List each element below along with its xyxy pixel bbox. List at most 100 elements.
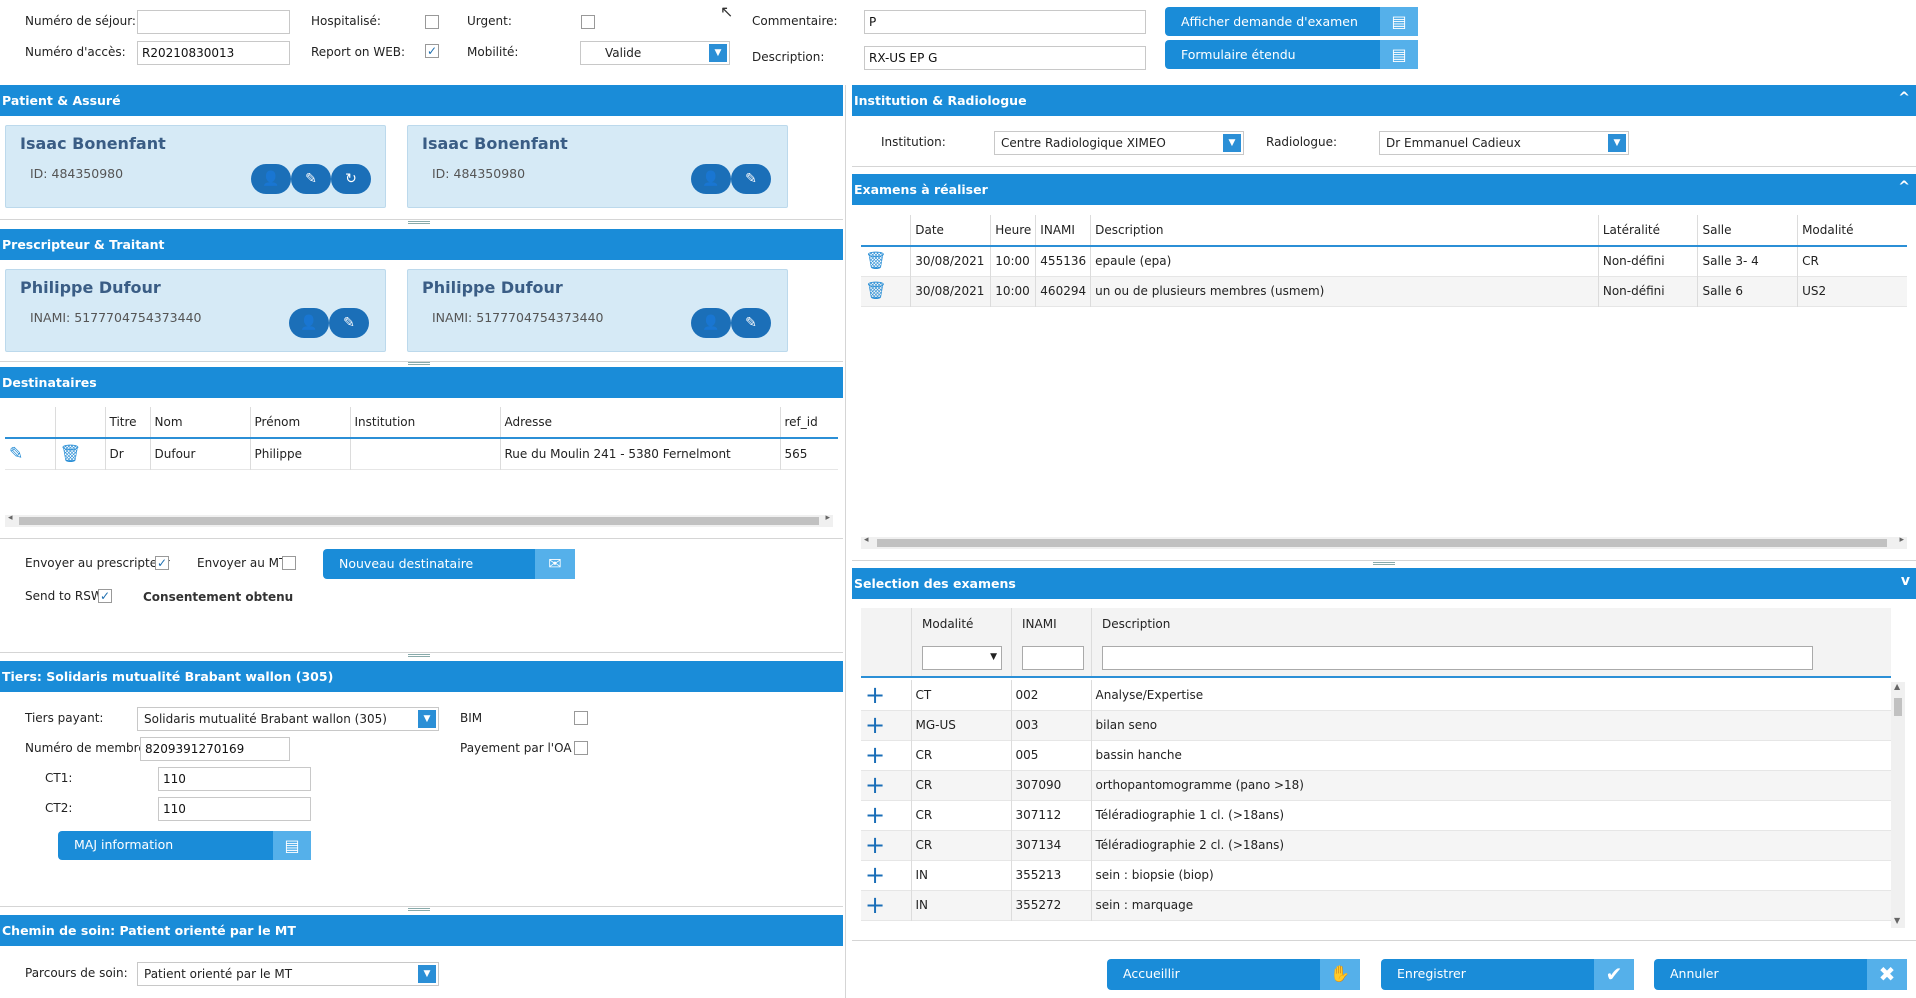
edit-icon[interactable]: ✎ [731, 308, 771, 338]
envoyer-mt-checkbox[interactable] [282, 556, 296, 570]
chevron-down-icon[interactable]: v [1901, 573, 1910, 589]
hospitalise-checkbox[interactable] [425, 15, 439, 29]
add-icon[interactable]: + [861, 770, 911, 800]
payement-oa-checkbox[interactable] [574, 741, 588, 755]
institution-header[interactable]: Institution & Radiologue ^ [852, 85, 1916, 116]
horizontal-scrollbar[interactable]: ◂ ▸ [861, 535, 1907, 549]
col-description[interactable]: Description [1102, 617, 1170, 631]
table-row[interactable]: + CR 307112 Téléradiographie 1 cl. (>18a… [861, 800, 1891, 830]
person-icon[interactable]: 👤 [691, 308, 731, 338]
col-ref-id[interactable]: ref_id [779, 407, 838, 438]
table-row[interactable]: + CR 307134 Téléradiographie 2 cl. (>18a… [861, 830, 1891, 860]
selection-header[interactable]: Selection des examens v [852, 568, 1916, 599]
edit-icon[interactable]: ✎ [329, 308, 369, 338]
add-icon[interactable]: + [861, 680, 911, 710]
col-modalite[interactable]: Modalité [922, 617, 973, 631]
description-input[interactable]: RX-US EP G [864, 46, 1146, 70]
parcours-soin-select[interactable]: Patient orienté par le MT ▼ [137, 962, 439, 986]
vertical-scrollbar[interactable]: ▲ ▼ [1891, 682, 1905, 928]
examens-header[interactable]: Examens à réaliser ^ [852, 174, 1916, 205]
scroll-down-icon[interactable]: ▼ [1894, 916, 1900, 925]
col-nom[interactable]: Nom [149, 407, 250, 438]
chevron-up-icon[interactable]: ^ [1898, 90, 1910, 106]
table-row[interactable]: 🗑 30/08/2021 10:00 460294 un ou de plusi… [861, 276, 1907, 306]
scroll-left-icon[interactable]: ◂ [8, 513, 13, 523]
col-date[interactable]: Date [910, 215, 991, 246]
col-titre[interactable]: Titre [104, 407, 150, 438]
chevron-up-icon[interactable]: ^ [1898, 179, 1910, 195]
add-icon[interactable]: + [861, 710, 911, 740]
commentaire-input[interactable]: P [864, 10, 1146, 34]
add-icon[interactable]: + [861, 860, 911, 890]
patient-assure-header[interactable]: Patient & Assuré [0, 85, 843, 116]
description-filter-input[interactable] [1102, 646, 1813, 670]
col-prenom[interactable]: Prénom [249, 407, 350, 438]
nouveau-destinataire-button[interactable]: Nouveau destinataire ✉ [323, 549, 575, 579]
tiers-header[interactable]: Tiers: Solidaris mutualité Brabant wallo… [0, 661, 843, 692]
formulaire-etendu-button[interactable]: Formulaire étendu ▤ [1165, 40, 1418, 69]
resize-grip[interactable] [1373, 562, 1395, 565]
col-inami[interactable]: INAMI [1022, 617, 1057, 631]
resize-grip[interactable] [408, 654, 430, 657]
edit-icon[interactable]: ✎ [731, 164, 771, 194]
numero-membre-input[interactable]: 8209391270169 [140, 737, 290, 761]
table-row[interactable]: + IN 355272 sein : marquage [861, 890, 1891, 920]
modalite-filter-select[interactable]: ▼ [922, 646, 1002, 670]
annuler-button[interactable]: Annuler ✖ [1654, 959, 1907, 990]
tiers-payant-select[interactable]: Solidaris mutualité Brabant wallon (305)… [137, 707, 439, 731]
horizontal-scrollbar[interactable]: ◂ ▸ [5, 513, 833, 527]
table-row[interactable]: + MG-US 003 bilan seno [861, 710, 1891, 740]
urgent-checkbox[interactable] [581, 15, 595, 29]
col-institution[interactable]: Institution [349, 407, 500, 438]
col-inami[interactable]: INAMI [1035, 215, 1091, 246]
edit-icon[interactable]: ✎ [5, 438, 55, 469]
chemin-soin-header[interactable]: Chemin de soin: Patient orienté par le M… [0, 915, 843, 946]
edit-icon[interactable]: ✎ [291, 164, 331, 194]
trash-icon[interactable]: 🗑 [861, 276, 911, 306]
resize-grip[interactable] [408, 221, 430, 224]
table-row[interactable]: + CT 002 Analyse/Expertise [861, 680, 1891, 710]
col-salle[interactable]: Salle [1697, 215, 1798, 246]
col-lateralite[interactable]: Latéralité [1597, 215, 1698, 246]
destinataires-header[interactable]: Destinataires [0, 367, 843, 398]
history-icon[interactable]: ↻ [331, 164, 371, 194]
institution-select[interactable]: Centre Radiologique XIMEO ▼ [994, 131, 1244, 155]
mobilite-select[interactable]: Valide ▼ [580, 41, 730, 65]
accueillir-button[interactable]: Accueillir ✋ [1107, 959, 1360, 990]
send-rsw-checkbox[interactable]: ✓ [98, 589, 112, 603]
numero-sejour-input[interactable] [137, 10, 290, 34]
add-icon[interactable]: + [861, 830, 911, 860]
trash-icon[interactable]: 🗑 [54, 438, 105, 469]
add-icon[interactable]: + [861, 890, 911, 920]
scroll-right-icon[interactable]: ▸ [1899, 535, 1904, 545]
maj-information-button[interactable]: MAJ information ▤ [58, 831, 311, 860]
col-heure[interactable]: Heure [990, 215, 1036, 246]
scrollbar-thumb[interactable] [877, 539, 1887, 547]
ct1-input[interactable]: 110 [158, 767, 311, 791]
col-description[interactable]: Description [1090, 215, 1599, 246]
afficher-demande-button[interactable]: Afficher demande d'examen ▤ [1165, 7, 1418, 36]
table-row[interactable]: + CR 307090 orthopantomogramme (pano >18… [861, 770, 1891, 800]
trash-icon[interactable]: 🗑 [861, 246, 911, 276]
person-icon[interactable]: 👤 [251, 164, 291, 194]
col-adresse[interactable]: Adresse [499, 407, 780, 438]
table-row[interactable]: 🗑 30/08/2021 10:00 455136 epaule (epa) N… [861, 246, 1907, 276]
report-web-checkbox[interactable]: ✓ [425, 44, 439, 58]
person-icon[interactable]: 👤 [691, 164, 731, 194]
resize-grip[interactable] [408, 362, 430, 365]
table-row[interactable]: + CR 005 bassin hanche [861, 740, 1891, 770]
ct2-input[interactable]: 110 [158, 797, 311, 821]
scroll-up-icon[interactable]: ▲ [1894, 682, 1900, 691]
bim-checkbox[interactable] [574, 711, 588, 725]
table-row[interactable]: ✎ 🗑 Dr Dufour Philippe Rue du Moulin 241… [5, 438, 838, 469]
numero-acces-input[interactable]: R20210830013 [137, 41, 290, 65]
resize-grip[interactable] [408, 908, 430, 911]
add-icon[interactable]: + [861, 740, 911, 770]
add-icon[interactable]: + [861, 800, 911, 830]
person-icon[interactable]: 👤 [289, 308, 329, 338]
scroll-right-icon[interactable]: ▸ [825, 513, 830, 523]
scrollbar-thumb[interactable] [1894, 698, 1902, 716]
table-row[interactable]: + IN 355213 sein : biopsie (biop) [861, 860, 1891, 890]
scroll-left-icon[interactable]: ◂ [864, 535, 869, 545]
scrollbar-thumb[interactable] [19, 517, 819, 525]
